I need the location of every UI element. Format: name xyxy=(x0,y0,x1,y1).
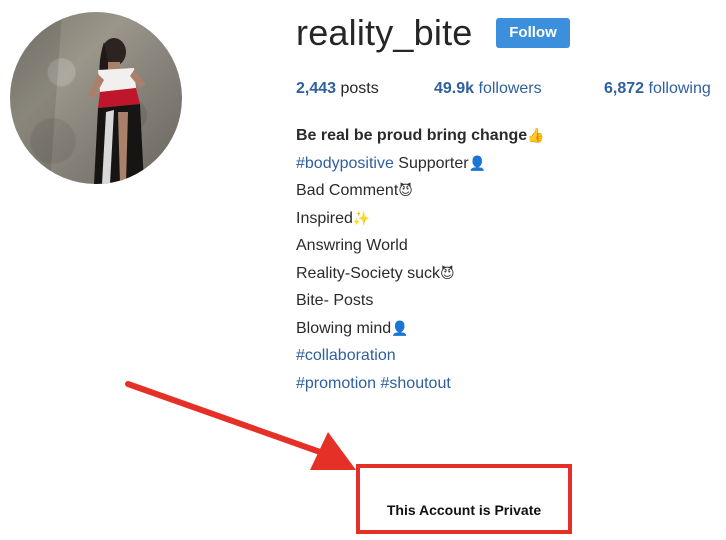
following-count-value: 6,872 xyxy=(604,80,645,97)
following-link[interactable]: 6,872 following xyxy=(604,80,711,98)
devil-face-icon: 😈 xyxy=(440,265,455,282)
posts-count: 2,443 posts xyxy=(296,80,379,98)
bio-text: Bite- Posts xyxy=(296,292,374,309)
bio-text: Supporter xyxy=(393,154,469,172)
bio-line: #promotion #shoutout xyxy=(296,374,716,402)
bio-line: #bodypositive Supporter👤 xyxy=(296,154,716,182)
bio-line: Bad Comment😈 xyxy=(296,181,716,209)
sparkle-icon: ✨ xyxy=(352,210,371,227)
bio-text: Inspired xyxy=(296,209,353,227)
private-account-text: This Account is Private xyxy=(386,502,542,518)
follow-button[interactable]: Follow xyxy=(496,18,570,48)
bio-text: Be real be proud bring change xyxy=(296,127,528,144)
profile-username: reality_bite xyxy=(296,12,473,53)
hashtag-link[interactable]: #collaboration xyxy=(296,347,396,364)
hashtag-link[interactable]: #promotion xyxy=(296,375,376,392)
hashtag-link[interactable]: #shoutout xyxy=(381,375,451,392)
followers-link[interactable]: 49.9k followers xyxy=(434,80,542,98)
bio-line: Bite- Posts xyxy=(296,291,716,319)
following-count-label: following xyxy=(648,80,711,97)
bio-line: Inspired✨ xyxy=(296,209,716,237)
bio-line: Reality-Society suck😈 xyxy=(296,264,716,292)
bio-line: Answring World xyxy=(296,236,716,264)
profile-avatar[interactable] xyxy=(10,12,182,184)
bio-text: Answring World xyxy=(296,237,408,254)
private-account-callout: This Account is Private xyxy=(356,464,572,534)
bio-line: Be real be proud bring change👍 xyxy=(296,126,716,154)
bio-text: Bad Comment xyxy=(296,182,399,199)
bio-text: Blowing mind xyxy=(296,319,392,337)
posts-count-label: posts xyxy=(340,80,379,97)
thumbs-up-icon: 👍 xyxy=(527,128,545,144)
posts-count-value: 2,443 xyxy=(296,80,337,97)
followers-count-label: followers xyxy=(478,80,542,97)
bio-text: Reality-Society suck xyxy=(296,264,441,282)
bio-line: Blowing mind👤 xyxy=(296,319,716,347)
person-icon: 👤 xyxy=(468,155,486,172)
followers-count-value: 49.9k xyxy=(434,80,475,97)
avatar-photo xyxy=(10,12,146,184)
profile-bio: Be real be proud bring change👍 #bodyposi… xyxy=(296,126,716,401)
bio-line: #collaboration xyxy=(296,346,716,374)
hashtag-link[interactable]: #bodypositive xyxy=(296,155,394,172)
devil-face-icon: 😈 xyxy=(398,183,413,199)
person-icon: 👤 xyxy=(391,320,409,337)
